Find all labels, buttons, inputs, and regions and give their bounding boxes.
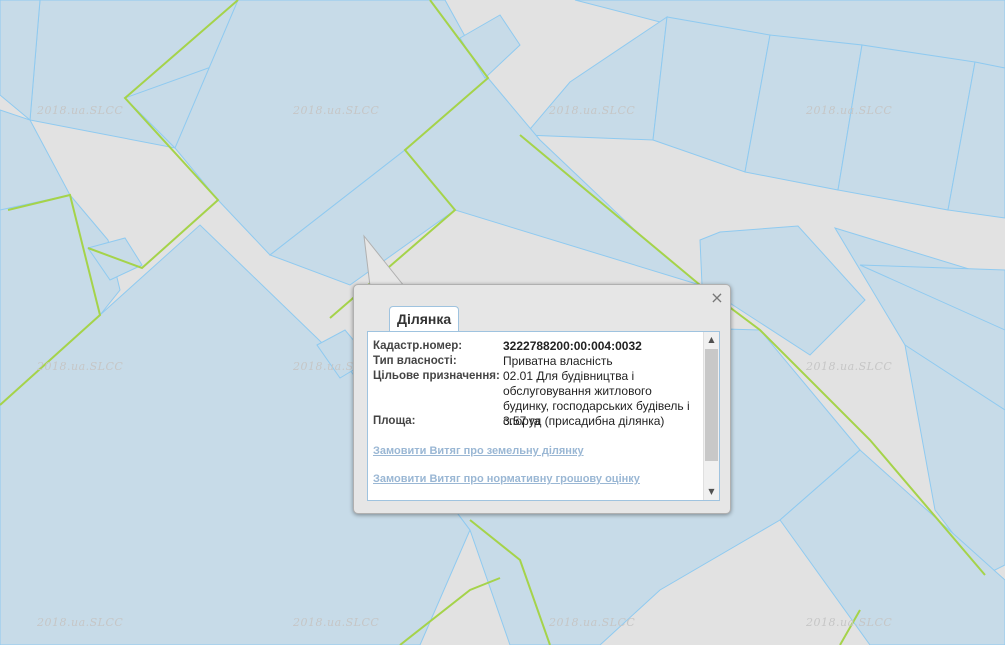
area-value: 3.57 га — [503, 414, 541, 428]
scroll-down-arrow-icon[interactable]: ▼ — [704, 485, 719, 499]
tab-parcel[interactable]: Ділянка — [389, 306, 460, 331]
scroll-up-arrow-icon[interactable]: ▲ — [704, 333, 719, 347]
order-extract-link[interactable]: Замовити Витяг про земельну ділянку — [373, 445, 584, 457]
map-watermark: 2018.ua.SLCC — [293, 104, 380, 117]
map-watermark: 2018.ua.SLCC — [293, 616, 380, 629]
map-watermark: 2018.ua.SLCC — [549, 104, 636, 117]
parcel-info-popup: × Ділянка Кадастр.номер: 3222788200:00:0… — [353, 284, 731, 514]
close-icon[interactable]: × — [710, 290, 724, 306]
map-watermark: 2018.ua.SLCC — [549, 616, 636, 629]
ownership-type-label: Тип власності: — [373, 355, 457, 367]
cadastral-number-value: 3222788200:00:004:0032 — [503, 339, 642, 353]
map-watermark: 2018.ua.SLCC — [37, 104, 124, 117]
cadastral-number-label: Кадастр.номер: — [373, 340, 463, 352]
details-scrollbar[interactable]: ▲ ▼ — [703, 332, 719, 500]
parcel-details: Кадастр.номер: 3222788200:00:004:0032 Ти… — [367, 331, 720, 501]
order-valuation-link[interactable]: Замовити Витяг про нормативну грошову оц… — [373, 473, 640, 485]
area-label: Площа: — [373, 415, 416, 427]
map-watermark: 2018.ua.SLCC — [37, 360, 124, 373]
map-watermark: 2018.ua.SLCC — [37, 616, 124, 629]
ownership-type-value: Приватна власність — [503, 354, 613, 368]
map-watermark: 2018.ua.SLCC — [806, 360, 893, 373]
purpose-label: Цільове призначення: — [373, 370, 500, 382]
popup-pointer — [363, 234, 406, 288]
map-watermark: 2018.ua.SLCC — [806, 616, 893, 629]
scrollbar-thumb[interactable] — [705, 349, 718, 461]
map-watermark: 2018.ua.SLCC — [806, 104, 893, 117]
